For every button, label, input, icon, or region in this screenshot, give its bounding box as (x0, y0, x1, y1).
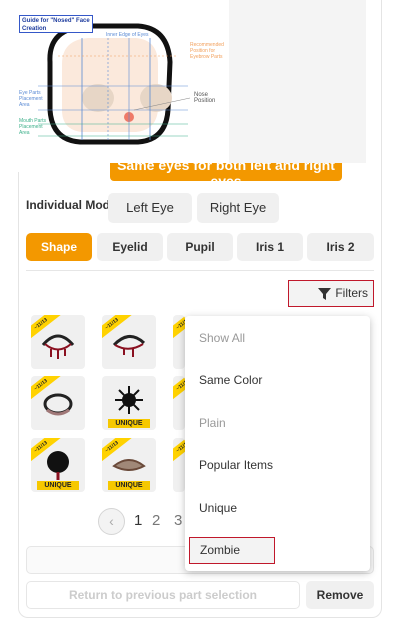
shape-item[interactable]: ~11/13 UNIQUE (102, 438, 156, 492)
date-ribbon: ~11/13 (173, 376, 185, 403)
right-eye-button[interactable]: Right Eye (197, 193, 279, 223)
filters-label: Filters (335, 286, 368, 300)
filter-option-show-all[interactable]: Show All (199, 331, 245, 345)
tab-eyelid[interactable]: Eyelid (97, 233, 163, 261)
prev-page-button[interactable]: ‹ (98, 508, 125, 535)
return-button[interactable]: Return to previous part selection (26, 581, 300, 609)
remove-button[interactable]: Remove (306, 581, 374, 609)
unique-badge: UNIQUE (37, 481, 79, 490)
shape-item[interactable]: ~11/13 (173, 376, 185, 430)
shape-item[interactable]: ~11/13 UNIQUE (31, 438, 85, 492)
unique-badge: UNIQUE (108, 419, 150, 428)
same-eyes-banner[interactable]: Same eyes for both left and right eyes (110, 163, 342, 181)
filter-option-unique[interactable]: Unique (199, 501, 237, 515)
divider (26, 270, 374, 271)
shape-item[interactable]: ~11/13 (102, 315, 156, 369)
date-ribbon: ~11/13 (173, 315, 185, 342)
guide-mouth-area-label: Mouth Parts Placement Area (19, 118, 46, 136)
unique-badge: UNIQUE (108, 481, 150, 490)
guide-eyebrow-label: Recommended Position for Eyebrow Parts (190, 42, 224, 60)
filter-option-zombie[interactable]: Zombie (189, 537, 275, 564)
guide-nose-label: Nose Position (194, 92, 216, 104)
guide-tag: Guide for "Nosed" Face Creation (19, 15, 93, 33)
shape-item[interactable]: UNIQUE (102, 376, 156, 430)
page-2[interactable]: 2 (152, 512, 160, 529)
preview-area (229, 0, 366, 163)
filters-button[interactable]: Filters (288, 280, 374, 307)
tab-iris-2[interactable]: Iris 2 (307, 233, 374, 261)
guide-eye-area-label: Eye Parts Placement Area (19, 90, 43, 108)
tab-iris-1[interactable]: Iris 1 (237, 233, 303, 261)
face-guide-image: Guide for "Nosed" Face Creation Inner Ed… (18, 0, 229, 172)
shape-item[interactable]: ~11/13 (173, 315, 185, 369)
shape-item[interactable]: ~11/13 (31, 315, 85, 369)
guide-inner-edge-label: Inner Edge of Eyes (106, 32, 149, 38)
shape-item[interactable]: ~11/13 (173, 438, 185, 492)
page-1[interactable]: 1 (134, 512, 142, 529)
filter-option-same-color[interactable]: Same Color (199, 373, 262, 387)
same-eyes-banner-label: Same eyes for both left and right eyes (117, 163, 335, 181)
filter-dropdown: Show All Same Color Plain Popular Items … (185, 316, 370, 571)
filter-option-plain[interactable]: Plain (199, 416, 226, 430)
filter-icon (318, 288, 331, 300)
tab-pupil[interactable]: Pupil (167, 233, 233, 261)
date-ribbon: ~11/13 (173, 438, 185, 465)
left-eye-button[interactable]: Left Eye (108, 193, 192, 223)
filter-option-popular-items[interactable]: Popular Items (199, 458, 273, 472)
shape-item[interactable]: ~11/13 (31, 376, 85, 430)
page-3[interactable]: 3 (174, 512, 182, 529)
individual-mode-label: Individual Mode (26, 198, 117, 212)
tab-shape[interactable]: Shape (26, 233, 92, 261)
